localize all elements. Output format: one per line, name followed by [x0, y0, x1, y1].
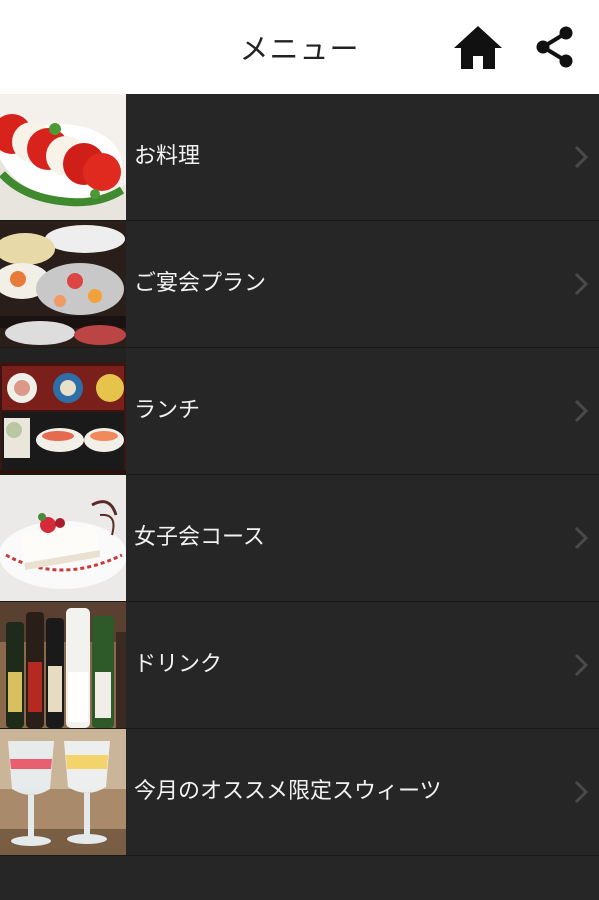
- chevron-right-icon: [574, 145, 589, 169]
- dessert-plate-photo: [0, 475, 126, 601]
- menu-item-label: 女子会コース: [134, 525, 265, 550]
- menu-item-dishes[interactable]: お料理: [0, 94, 599, 221]
- lunch-set-photo: [0, 348, 126, 474]
- menu-item-label: ランチ: [134, 398, 201, 423]
- menu-item-label: ご宴会プラン: [134, 271, 267, 296]
- caprese-salad-photo: [0, 94, 126, 220]
- app-header: メニュー: [0, 0, 599, 94]
- menu-item-label: ドリンク: [134, 652, 223, 677]
- chevron-right-icon: [574, 526, 589, 550]
- menu-list: お料理 ご宴会プラン ランチ 女子会コース ドリンク 今月のオススメ限定スウィー…: [0, 94, 599, 856]
- menu-item-drinks[interactable]: ドリンク: [0, 602, 599, 729]
- sake-bottles-photo: [0, 602, 126, 728]
- menu-item-label: お料理: [134, 144, 201, 169]
- banquet-dishes-photo: [0, 221, 126, 347]
- share-button[interactable]: [532, 24, 578, 70]
- share-icon: [536, 26, 573, 68]
- menu-item-banquet[interactable]: ご宴会プラン: [0, 221, 599, 348]
- menu-item-sweets[interactable]: 今月のオススメ限定スウィーツ: [0, 729, 599, 856]
- menu-item-label: 今月のオススメ限定スウィーツ: [134, 779, 442, 804]
- chevron-right-icon: [574, 399, 589, 423]
- home-button[interactable]: [452, 23, 504, 73]
- home-icon: [454, 26, 502, 69]
- page-title: メニュー: [239, 32, 360, 66]
- menu-item-lunch[interactable]: ランチ: [0, 348, 599, 475]
- menu-item-girls-course[interactable]: 女子会コース: [0, 475, 599, 602]
- chevron-right-icon: [574, 653, 589, 677]
- pudding-glasses-photo: [0, 729, 126, 855]
- chevron-right-icon: [574, 272, 589, 296]
- chevron-right-icon: [574, 780, 589, 804]
